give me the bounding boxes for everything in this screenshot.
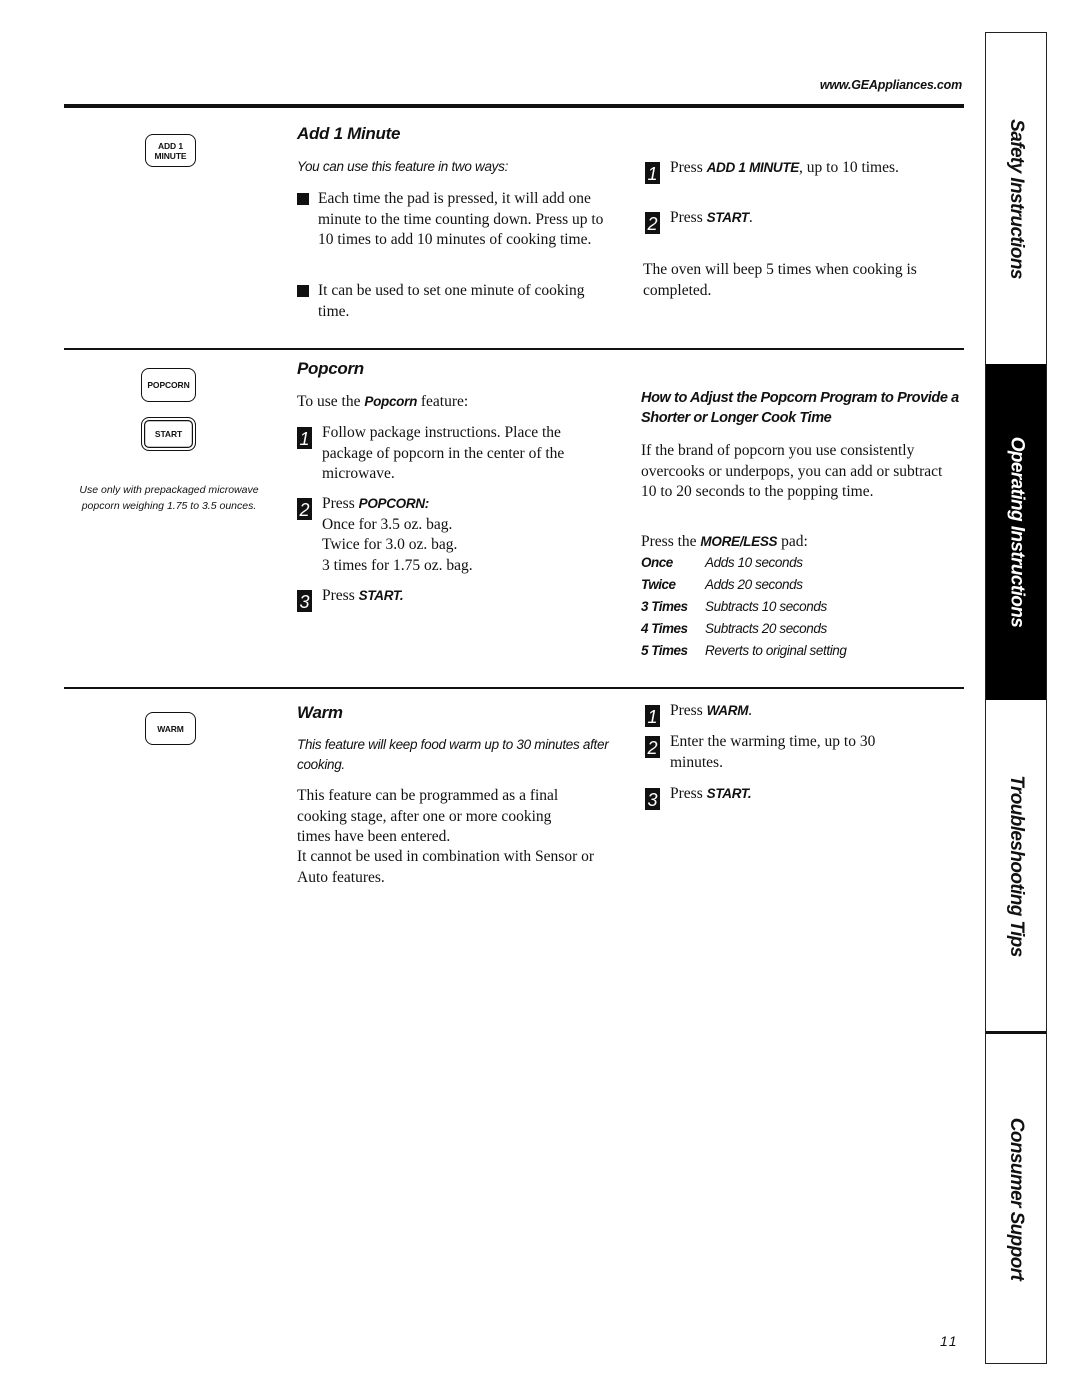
step-text: Press	[322, 495, 359, 512]
bullet-item: It can be used to set one minute of cook…	[297, 281, 597, 322]
popcorn-pad-icon: POPCORN	[141, 368, 196, 402]
step-text: Press	[670, 159, 707, 176]
instruction-text: Press the	[641, 533, 701, 550]
warm-step-3: 3 Press START.	[645, 784, 945, 810]
popcorn-intro: To use the Popcorn feature:	[297, 392, 468, 413]
adjust-times: Once	[641, 555, 673, 570]
popcorn-step-3: 3 Press START.	[297, 586, 612, 612]
pad-label: WARM	[157, 723, 184, 734]
intro-text: To use the	[297, 393, 365, 410]
bullet-square-icon	[297, 285, 309, 297]
pad-label-line1: ADD 1	[157, 140, 183, 151]
step-keyword: START.	[706, 786, 752, 801]
more-less-keyword: MORE/LESS	[700, 534, 778, 549]
step-number-badge: 2	[645, 212, 660, 234]
step-number-badge: 3	[645, 788, 660, 810]
intro-keyword: Popcorn	[364, 394, 418, 409]
warm-step-1: 1 Press WARM.	[645, 701, 945, 727]
step-text: Press	[670, 702, 707, 719]
page-number: 11	[940, 1333, 959, 1349]
bullet-square-icon	[297, 193, 309, 205]
popcorn-weight-note: Use only with prepackaged microwave popc…	[79, 484, 259, 512]
adjust-times: 3 Times	[641, 599, 688, 614]
adjust-times: 4 Times	[641, 621, 688, 636]
website-url[interactable]: www.GEAppliances.com	[820, 78, 962, 92]
step-text: Enter the warming time, up to 30 minutes…	[670, 733, 876, 771]
section-title-warm: Warm	[297, 703, 343, 722]
tab-consumer-support[interactable]: Consumer Support	[986, 1034, 1046, 1363]
step-number-badge: 1	[297, 427, 312, 449]
warm-pad-icon: WARM	[145, 712, 196, 745]
add1-intro: You can use this feature in two ways:	[297, 159, 509, 174]
step-text: Press	[670, 209, 707, 226]
tab-safety-instructions[interactable]: Safety Instructions	[986, 33, 1046, 364]
step-keyword: ADD 1 MINUTE	[706, 160, 800, 175]
intro-text: feature:	[417, 393, 469, 410]
popcorn-bag-option: Once for 3.5 oz. bag.	[322, 515, 453, 533]
more-less-instruction: Press the MORE/LESS pad:	[641, 532, 961, 553]
popcorn-adjust-body: If the brand of popcorn you use consiste…	[641, 442, 943, 500]
header-rule	[64, 104, 964, 108]
add1-step-2: 2 Press START.	[645, 208, 955, 234]
tab-troubleshooting-tips[interactable]: Troubleshooting Tips	[986, 700, 1046, 1031]
step-keyword: START.	[358, 588, 404, 603]
section-divider	[64, 687, 964, 689]
adjust-times: Twice	[641, 577, 676, 592]
add1-completion-note: The oven will beep 5 times when cooking …	[643, 261, 917, 299]
pad-label: START	[154, 429, 183, 439]
section-title-add-1-minute: Add 1 Minute	[297, 124, 401, 143]
adjust-effect: Adds 10 seconds	[705, 555, 803, 570]
adjust-effect: Adds 20 seconds	[705, 577, 803, 592]
bullet-text: It can be used to set one minute of cook…	[318, 282, 585, 320]
adjust-effect: Subtracts 10 seconds	[705, 599, 827, 614]
pad-label: POPCORN	[147, 380, 190, 390]
warm-intro: This feature will keep food warm up to 3…	[297, 737, 609, 772]
step-text: Follow package instructions. Place the p…	[322, 424, 565, 482]
popcorn-bag-option: 3 times for 1.75 oz. bag.	[322, 556, 473, 574]
step-number-badge: 1	[645, 705, 660, 727]
section-tabs-sidebar: Safety Instructions Operating Instructio…	[985, 32, 1047, 1364]
step-text: , up to 10 times.	[799, 159, 899, 176]
warm-body-1: This feature can be programmed as a fina…	[297, 787, 559, 845]
step-text: Press	[322, 587, 359, 604]
step-text: .	[748, 702, 753, 719]
step-keyword: START	[706, 210, 750, 225]
start-pad-icon: START	[141, 417, 196, 451]
step-number-badge: 1	[645, 162, 660, 184]
bullet-text: Each time the pad is pressed, it will ad…	[318, 190, 604, 248]
tab-label: Consumer Support	[1006, 1117, 1027, 1280]
adjust-times: 5 Times	[641, 643, 688, 658]
tab-label: Operating Instructions	[1006, 436, 1028, 628]
warm-body-2: It cannot be used in combination with Se…	[297, 848, 595, 886]
step-text: .	[748, 209, 753, 226]
popcorn-adjust-title: How to Adjust the Popcorn Program to Pro…	[641, 390, 959, 426]
section-title-popcorn: Popcorn	[297, 359, 364, 378]
instruction-text: pad:	[777, 533, 808, 550]
adjust-effect: Subtracts 20 seconds	[705, 621, 827, 636]
add-1-minute-pad-icon: ADD 1 MINUTE	[145, 134, 196, 167]
step-number-badge: 3	[297, 590, 312, 612]
step-keyword: POPCORN:	[358, 496, 430, 511]
step-keyword: WARM	[706, 703, 749, 718]
add1-step-1: 1 Press ADD 1 MINUTE, up to 10 times.	[645, 158, 955, 184]
warm-step-2: 2 Enter the warming time, up to 30 minut…	[645, 732, 930, 773]
popcorn-step-1: 1 Follow package instructions. Place the…	[297, 423, 612, 485]
step-number-badge: 2	[297, 498, 312, 520]
step-number-badge: 2	[645, 736, 660, 758]
adjust-effect: Reverts to original setting	[705, 643, 847, 658]
pad-label-line2: MINUTE	[154, 150, 187, 161]
tab-operating-instructions[interactable]: Operating Instructions	[986, 364, 1046, 700]
bullet-item: Each time the pad is pressed, it will ad…	[297, 189, 612, 251]
popcorn-bag-option: Twice for 3.0 oz. bag.	[322, 536, 458, 553]
tab-label: Safety Instructions	[1006, 118, 1028, 279]
popcorn-step-2: 2 Press POPCORN: Once for 3.5 oz. bag. T…	[297, 494, 612, 576]
tab-label: Troubleshooting Tips	[1006, 774, 1027, 957]
section-divider	[64, 348, 964, 350]
step-text: Press	[670, 785, 707, 802]
